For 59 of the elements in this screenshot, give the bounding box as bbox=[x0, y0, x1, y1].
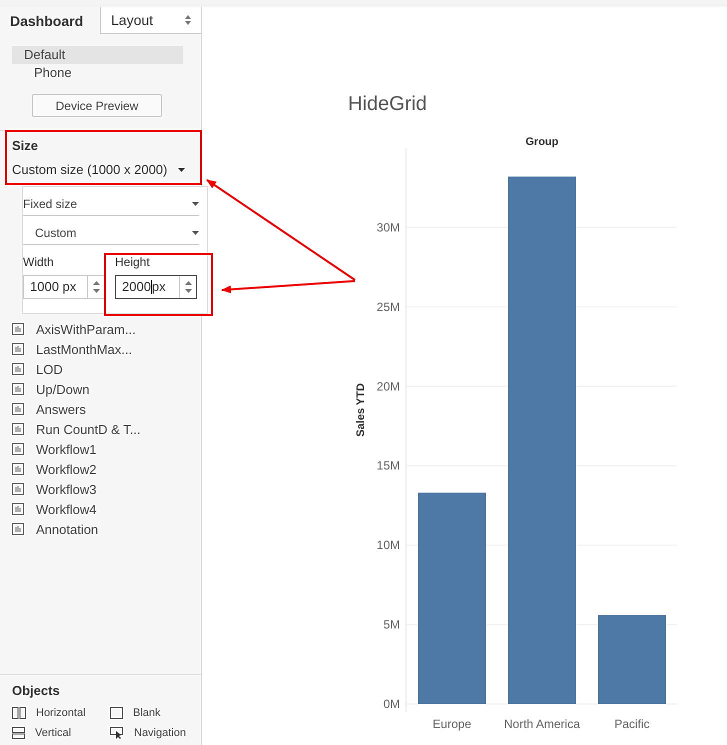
sheet-icon bbox=[12, 383, 24, 395]
category-label: Pacific bbox=[614, 717, 650, 731]
caret-icon bbox=[192, 202, 199, 206]
tick-label: 10M bbox=[376, 538, 400, 552]
category-label: North America bbox=[504, 717, 580, 731]
sheet-icon bbox=[12, 363, 24, 375]
sheet-item[interactable]: Annotation bbox=[36, 522, 98, 536]
dashboard-title: HideGrid bbox=[348, 93, 428, 117]
object-item[interactable]: Horizontal bbox=[36, 707, 86, 719]
sheet-icon bbox=[12, 503, 24, 515]
axis-title: Sales YTD bbox=[355, 383, 367, 437]
sheet-item[interactable]: Workflow4 bbox=[36, 502, 96, 516]
panel-tab[interactable]: Dashboard bbox=[0, 7, 100, 34]
blank-icon bbox=[110, 707, 123, 719]
sheet-icon bbox=[12, 403, 24, 415]
sheet-item[interactable]: LOD bbox=[36, 362, 63, 376]
tick-label: 0M bbox=[383, 697, 400, 711]
vertical-layout-icon bbox=[12, 727, 25, 739]
sheet-icon bbox=[12, 523, 24, 535]
caret-icon bbox=[178, 168, 185, 172]
field-label: Width bbox=[23, 255, 55, 271]
device-item[interactable]: Phone bbox=[12, 64, 183, 82]
sheet-icon bbox=[12, 323, 24, 335]
sheet-item[interactable]: Up/Down bbox=[36, 382, 90, 396]
size-dropdown[interactable]: Custom size (1000 x 2000) bbox=[12, 162, 189, 177]
tick-label: 5M bbox=[383, 618, 400, 632]
panel-tab[interactable]: Layout bbox=[100, 7, 201, 34]
sheet-item[interactable]: Workflow3 bbox=[36, 482, 96, 496]
object-item[interactable]: Blank bbox=[133, 707, 161, 719]
sheet-icon bbox=[12, 343, 24, 355]
sheet-item[interactable]: Run CountD & T... bbox=[36, 422, 141, 436]
sheet-item[interactable]: LastMonthMax... bbox=[36, 342, 132, 356]
sheet-item[interactable]: Answers bbox=[36, 402, 86, 416]
tick-label: 20M bbox=[376, 379, 400, 394]
section-heading: Objects bbox=[12, 683, 61, 698]
tick-label: 30M bbox=[376, 220, 400, 234]
sheet-icon bbox=[12, 423, 24, 435]
device-item[interactable]: Default bbox=[12, 46, 183, 64]
tick-label: 25M bbox=[376, 300, 400, 314]
field-label: Height bbox=[115, 255, 151, 271]
chart-title: Group bbox=[526, 136, 558, 148]
section-heading: Size bbox=[12, 138, 40, 154]
preset-dropdown[interactable]: Custom bbox=[23, 222, 199, 245]
spinner-icon bbox=[185, 15, 191, 25]
sheet-icon bbox=[12, 463, 24, 475]
navigation-icon bbox=[110, 727, 124, 739]
category-label: Europe bbox=[432, 717, 472, 731]
sheet-item[interactable]: AxisWithParam... bbox=[36, 322, 136, 336]
sheet-item[interactable]: Workflow2 bbox=[36, 462, 96, 476]
horizontal-layout-icon bbox=[12, 707, 26, 719]
sheet-icon bbox=[12, 443, 24, 455]
object-item[interactable]: Vertical bbox=[35, 727, 72, 739]
mode-dropdown[interactable]: Fixed size bbox=[23, 193, 199, 216]
sheet-item[interactable]: Workflow1 bbox=[36, 442, 96, 456]
object-item[interactable]: Navigation bbox=[134, 727, 186, 739]
sheet-icon bbox=[12, 483, 24, 495]
tick-label: 15M bbox=[376, 458, 400, 473]
device-preview-button[interactable]: Device Preview bbox=[32, 94, 162, 117]
caret-icon bbox=[192, 231, 199, 235]
